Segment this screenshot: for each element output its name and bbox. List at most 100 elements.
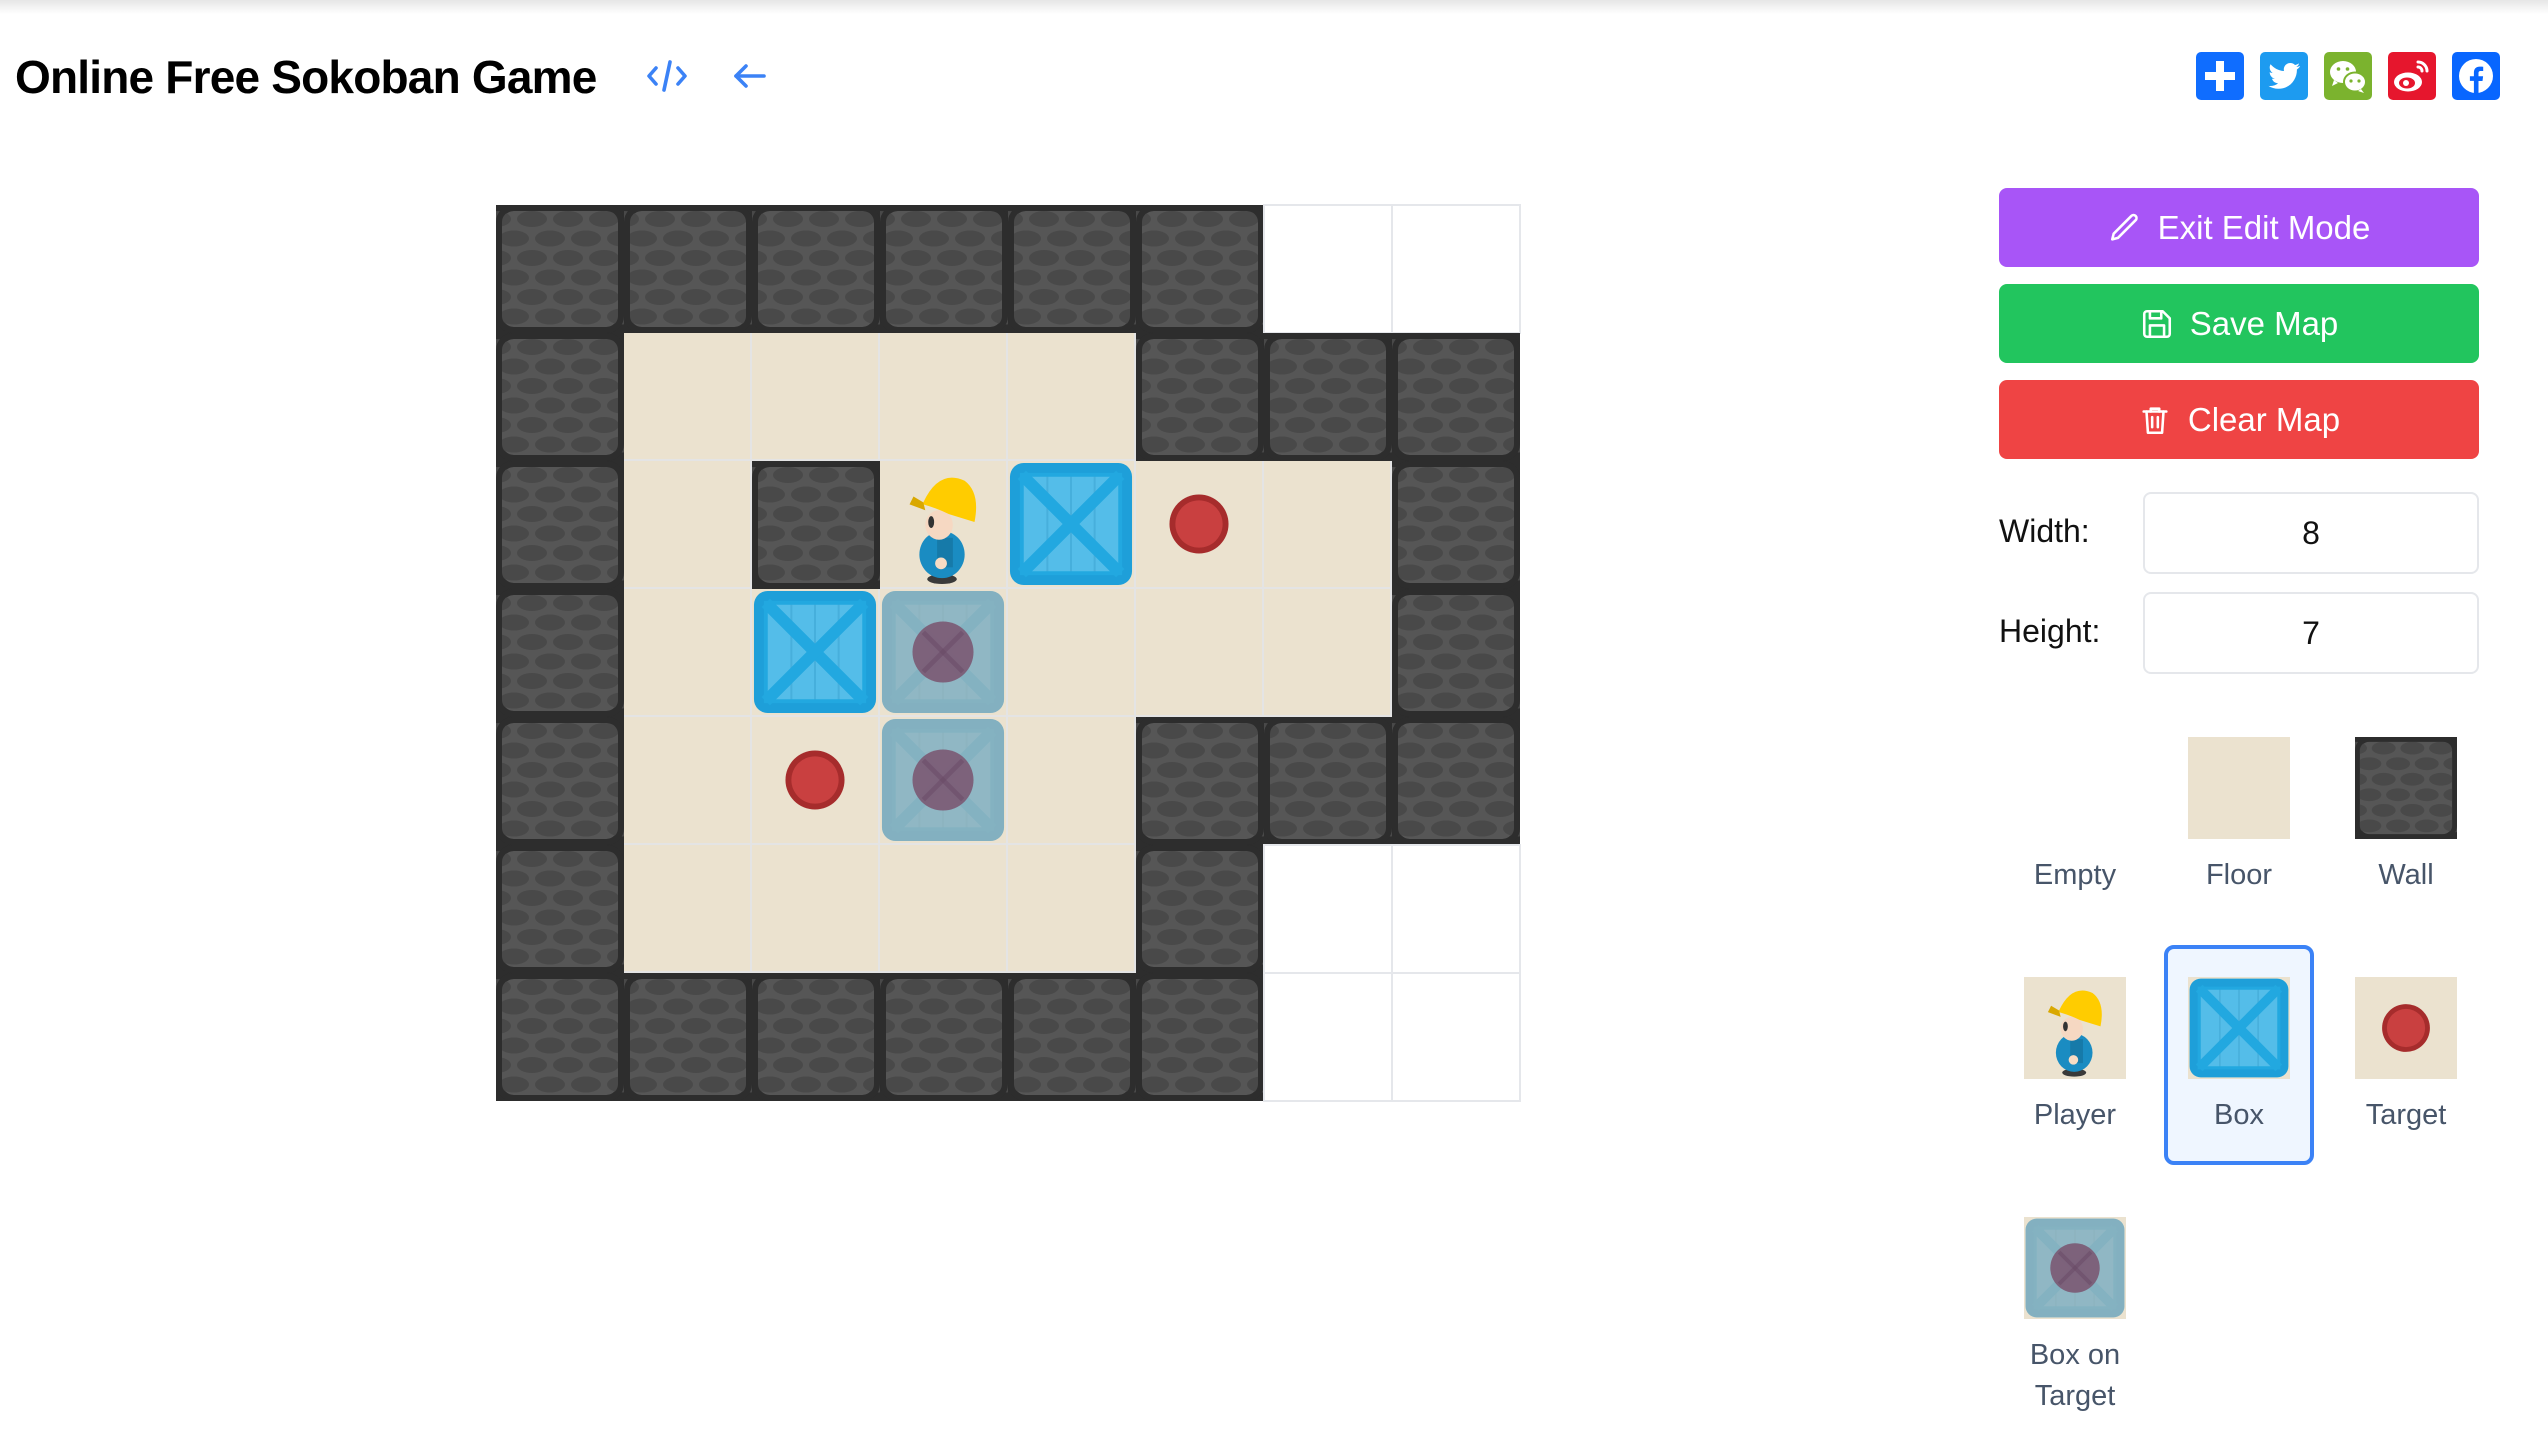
page-title: Online Free Sokoban Game (15, 51, 597, 103)
board-cell-wall[interactable] (880, 973, 1008, 1101)
board-cell-floor[interactable] (1008, 717, 1136, 845)
board-cell-wall[interactable] (624, 973, 752, 1101)
top-shadow (0, 0, 2548, 14)
board-cell-box-on-target[interactable] (880, 589, 1008, 717)
board-cell-wall[interactable] (624, 205, 752, 333)
board-cell-floor[interactable] (1008, 589, 1136, 717)
clear-map-button[interactable]: Clear Map (1999, 380, 2479, 459)
palette-item-wall[interactable]: Wall (2331, 705, 2481, 925)
board-cell-floor[interactable] (1264, 461, 1392, 589)
wall-icon (752, 461, 880, 589)
board-cell-wall[interactable] (1008, 973, 1136, 1101)
wall-icon (1136, 973, 1264, 1101)
board-cell-floor[interactable] (752, 333, 880, 461)
save-icon (2142, 309, 2171, 338)
board-cell-floor[interactable] (1008, 333, 1136, 461)
board-cell-target[interactable] (1136, 461, 1264, 589)
wall-icon (496, 717, 624, 845)
weibo-icon[interactable] (2388, 52, 2436, 100)
game-board[interactable] (496, 204, 1521, 1102)
back-arrow-icon[interactable] (728, 56, 772, 96)
board-cell-floor[interactable] (624, 717, 752, 845)
pencil-icon (2110, 213, 2138, 241)
twitter-icon[interactable] (2260, 52, 2308, 100)
board-cell-wall[interactable] (1136, 333, 1264, 461)
board-cell-wall[interactable] (496, 845, 624, 973)
board-cell-wall[interactable] (752, 205, 880, 333)
board-cell-wall[interactable] (1392, 333, 1520, 461)
board-cell-wall[interactable] (1264, 717, 1392, 845)
board-cell-wall[interactable] (1392, 717, 1520, 845)
palette-item-target[interactable]: Target (2331, 945, 2481, 1165)
board-cell-box-on-target[interactable] (880, 717, 1008, 845)
board-cell-floor[interactable] (880, 845, 1008, 973)
board-cell-empty[interactable] (1263, 844, 1393, 974)
save-map-label: Save Map (2189, 304, 2339, 342)
board-cell-floor[interactable] (1008, 845, 1136, 973)
palette-label: Empty (2033, 859, 2117, 891)
wall-icon (880, 205, 1008, 333)
board-cell-wall[interactable] (496, 205, 624, 333)
target-icon (2355, 977, 2457, 1079)
player-icon (880, 461, 1006, 587)
board-cell-wall[interactable] (1008, 205, 1136, 333)
board-cell-floor[interactable] (624, 461, 752, 589)
palette-item-box-on-target[interactable]: Box on Target (2000, 1185, 2150, 1412)
wall-icon (752, 973, 880, 1101)
board-cell-empty[interactable] (1391, 972, 1521, 1102)
board-cell-floor[interactable] (624, 589, 752, 717)
wall-icon (624, 205, 752, 333)
share-add-icon[interactable] (2196, 52, 2244, 100)
board-cell-wall[interactable] (1264, 333, 1392, 461)
wall-icon (496, 461, 624, 589)
board-cell-wall[interactable] (1136, 717, 1264, 845)
clear-map-label: Clear Map (2187, 400, 2341, 438)
board-cell-empty[interactable] (1391, 204, 1521, 334)
board-cell-empty[interactable] (1263, 204, 1393, 334)
palette-label: Wall (2378, 859, 2434, 891)
board-cell-floor[interactable] (752, 845, 880, 973)
board-cell-target[interactable] (752, 717, 880, 845)
facebook-icon[interactable] (2452, 52, 2500, 100)
palette-item-floor[interactable]: Floor (2164, 705, 2314, 925)
board-cell-wall[interactable] (496, 461, 624, 589)
board-cell-wall[interactable] (1392, 589, 1520, 717)
board-cell-wall[interactable] (496, 333, 624, 461)
board-cell-floor[interactable] (1136, 589, 1264, 717)
board-cell-wall[interactable] (1136, 845, 1264, 973)
empty-icon (2024, 737, 2126, 839)
height-input[interactable] (2143, 592, 2479, 674)
board-cell-wall[interactable] (1392, 461, 1520, 589)
exit-edit-mode-button[interactable]: Exit Edit Mode (1999, 188, 2479, 267)
board-cell-wall[interactable] (752, 461, 880, 589)
palette-item-player[interactable]: Player (2000, 945, 2150, 1165)
box-icon (2188, 977, 2290, 1079)
board-cell-floor[interactable] (624, 333, 752, 461)
board-cell-wall[interactable] (1136, 205, 1264, 333)
palette-item-box[interactable]: Box (2164, 945, 2314, 1165)
board-cell-box[interactable] (1008, 461, 1136, 589)
board-cell-wall[interactable] (496, 589, 624, 717)
wechat-icon[interactable] (2324, 52, 2372, 100)
code-icon[interactable] (645, 56, 689, 96)
board-cell-wall[interactable] (1136, 973, 1264, 1101)
wall-icon (1264, 717, 1392, 845)
width-input[interactable] (2143, 492, 2479, 574)
save-map-button[interactable]: Save Map (1999, 284, 2479, 363)
board-cell-floor[interactable] (624, 845, 752, 973)
wall-icon (1392, 333, 1520, 461)
board-cell-wall[interactable] (496, 973, 624, 1101)
board-cell-wall[interactable] (496, 717, 624, 845)
player-icon (2024, 977, 2126, 1079)
board-cell-floor[interactable] (1264, 589, 1392, 717)
wall-icon (496, 205, 624, 333)
board-cell-box[interactable] (752, 589, 880, 717)
board-cell-wall[interactable] (752, 973, 880, 1101)
palette-item-empty[interactable]: Empty (2000, 705, 2150, 925)
board-cell-wall[interactable] (880, 205, 1008, 333)
board-cell-floor[interactable] (880, 333, 1008, 461)
wall-icon (1392, 717, 1520, 845)
board-cell-player[interactable] (880, 461, 1008, 589)
board-cell-empty[interactable] (1263, 972, 1393, 1102)
board-cell-empty[interactable] (1391, 844, 1521, 974)
